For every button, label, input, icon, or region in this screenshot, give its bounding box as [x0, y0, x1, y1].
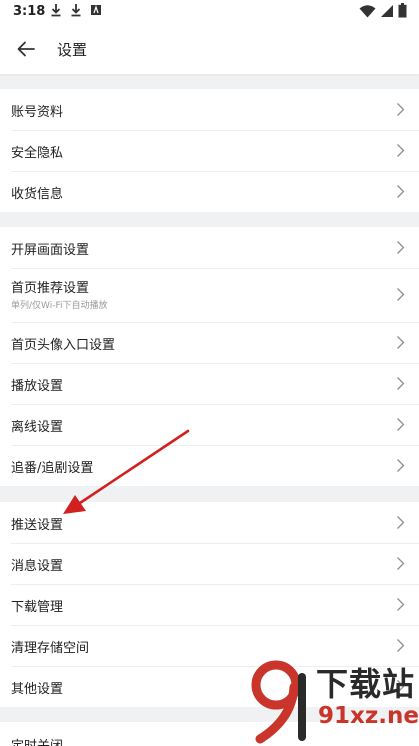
status-time: 3:18 [13, 4, 46, 19]
settings-item-home-recommend[interactable]: 首页推荐设置 单列/仅Wi-Fi下自动播放 [0, 268, 419, 322]
battery-icon [398, 3, 407, 18]
settings-item-label: 安全隐私 [11, 146, 64, 161]
settings-item-offline[interactable]: 离线设置 [0, 404, 419, 445]
status-bar: 3:18 [0, 0, 419, 24]
settings-item-label: 其他设置 [11, 682, 64, 697]
chevron-right-icon [397, 598, 405, 611]
settings-item-label: 离线设置 [11, 420, 64, 435]
settings-item-download-manager[interactable]: 下载管理 [0, 584, 419, 625]
settings-item-subtitle: 单列/仅Wi-Fi下自动播放 [11, 301, 108, 311]
settings-item-label: 播放设置 [11, 379, 64, 394]
settings-item-label: 消息设置 [11, 559, 64, 574]
chevron-right-icon [397, 377, 405, 390]
settings-item-label: 追番/追剧设置 [11, 461, 94, 476]
settings-item-label: 推送设置 [11, 518, 64, 533]
title-bar: 设置 [0, 24, 419, 74]
settings-item-label: 账号资料 [11, 105, 64, 120]
chevron-right-icon [397, 144, 405, 157]
watermark-title: 下载站 [316, 665, 416, 703]
chevron-right-icon [397, 516, 405, 529]
chevron-right-icon [397, 336, 405, 349]
chevron-right-icon [397, 557, 405, 570]
wifi-icon [359, 4, 376, 17]
settings-group-account: 账号资料 安全隐私 收货信息 [0, 89, 419, 212]
page-title: 设置 [57, 41, 88, 59]
chevron-right-icon [397, 103, 405, 116]
status-notification-icons [50, 3, 102, 17]
download-icon [51, 4, 61, 17]
settings-item-account-profile[interactable]: 账号资料 [0, 89, 419, 130]
settings-item-security-privacy[interactable]: 安全隐私 [0, 130, 419, 171]
settings-item-label: 清理存储空间 [11, 641, 90, 656]
back-arrow-icon[interactable] [14, 36, 40, 62]
chevron-right-icon [397, 185, 405, 198]
settings-item-label: 收货信息 [11, 187, 64, 202]
watermark-url: 91xz.net [318, 703, 419, 729]
settings-item-label: 下载管理 [11, 600, 64, 615]
signal-icon [381, 4, 393, 17]
watermark-logo-icon [251, 660, 306, 744]
app-notification-icon [91, 5, 101, 15]
settings-item-push[interactable]: 推送设置 [0, 502, 419, 543]
settings-group-playback: 开屏画面设置 首页推荐设置 单列/仅Wi-Fi下自动播放 首页头像入口设置 播放… [0, 227, 419, 486]
settings-item-follow-series[interactable]: 追番/追剧设置 [0, 445, 419, 486]
chevron-right-icon [397, 639, 405, 652]
settings-item-label: 开屏画面设置 [11, 243, 90, 258]
site-watermark: 下载站 91xz.net [246, 657, 419, 746]
settings-item-label: 首页推荐设置 [11, 281, 90, 296]
settings-item-playback[interactable]: 播放设置 [0, 363, 419, 404]
chevron-right-icon [397, 459, 405, 472]
settings-item-label: 定时关闭 [11, 735, 63, 746]
status-system-icons [359, 3, 407, 18]
chevron-right-icon [397, 241, 405, 254]
settings-item-home-avatar-entry[interactable]: 首页头像入口设置 [0, 322, 419, 363]
settings-item-splash-screen[interactable]: 开屏画面设置 [0, 227, 419, 268]
settings-item-label: 首页头像入口设置 [11, 338, 116, 353]
settings-item-messages[interactable]: 消息设置 [0, 543, 419, 584]
download-icon [71, 4, 81, 17]
chevron-right-icon [397, 418, 405, 431]
settings-item-shipping-info[interactable]: 收货信息 [0, 171, 419, 212]
chevron-right-icon [397, 288, 405, 301]
